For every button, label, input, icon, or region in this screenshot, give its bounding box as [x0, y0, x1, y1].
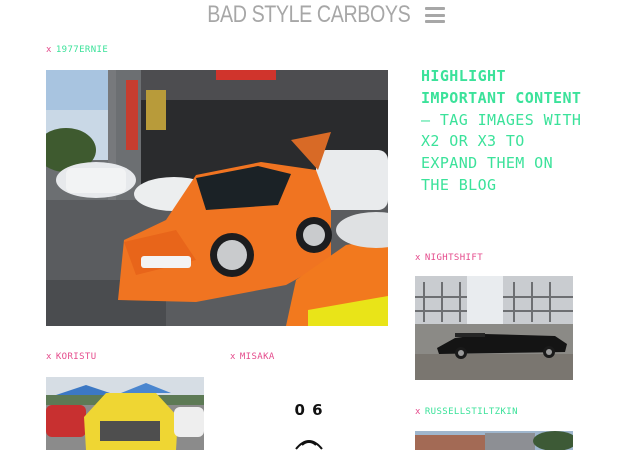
post-tag-koristu[interactable]: x KORISTU [46, 352, 97, 362]
site-header: BAD STYLE CARBOYS [0, 0, 630, 30]
highlight-note-bold: HIGHLIGHT IMPORTANT CONTENT [421, 67, 582, 107]
tag-marker: x [415, 407, 421, 417]
tag-marker: x [46, 45, 52, 55]
black-lowrider-photo [415, 276, 573, 380]
yellow-car-photo [46, 377, 204, 450]
post-photo-orange-civic[interactable] [46, 70, 388, 326]
illustration-eye-icon [295, 440, 323, 450]
post-photo-black-lowrider[interactable] [415, 276, 573, 380]
post-tag-misaka[interactable]: x MISAKA [230, 352, 275, 362]
post-tag-nightshift[interactable]: x NIGHTSHIFT [415, 253, 483, 263]
tag-marker: x [230, 352, 236, 362]
post-photo-house[interactable] [415, 431, 573, 450]
site-title[interactable]: BAD STYLE CARBOYS [207, 1, 410, 29]
highlight-note: HIGHLIGHT IMPORTANT CONTENT — TAG IMAGES… [421, 66, 586, 197]
post-tag-russellstiltzkin[interactable]: x RUSSELLSTILTZKIN [415, 407, 518, 417]
illustration-text: 0 6 [294, 401, 324, 419]
post-tag-1977ernie[interactable]: x 1977ERNIE [46, 45, 108, 55]
tag-marker: x [415, 253, 421, 263]
post-author[interactable]: 1977ERNIE [56, 45, 108, 55]
post-author[interactable]: KORISTU [56, 352, 97, 362]
post-author[interactable]: MISAKA [240, 352, 275, 362]
post-photo-yellow-car[interactable] [46, 377, 204, 450]
house-photo [415, 431, 573, 450]
orange-civic-photo [46, 70, 388, 326]
post-author[interactable]: RUSSELLSTILTZKIN [425, 407, 518, 417]
highlight-note-rest: — TAG IMAGES WITH X2 OR X3 TO EXPAND THE… [421, 110, 582, 194]
tag-marker: x [46, 352, 52, 362]
hamburger-menu-icon[interactable] [424, 7, 445, 23]
post-author[interactable]: NIGHTSHIFT [425, 253, 483, 263]
post-illustration[interactable]: 0 6 [230, 377, 388, 450]
